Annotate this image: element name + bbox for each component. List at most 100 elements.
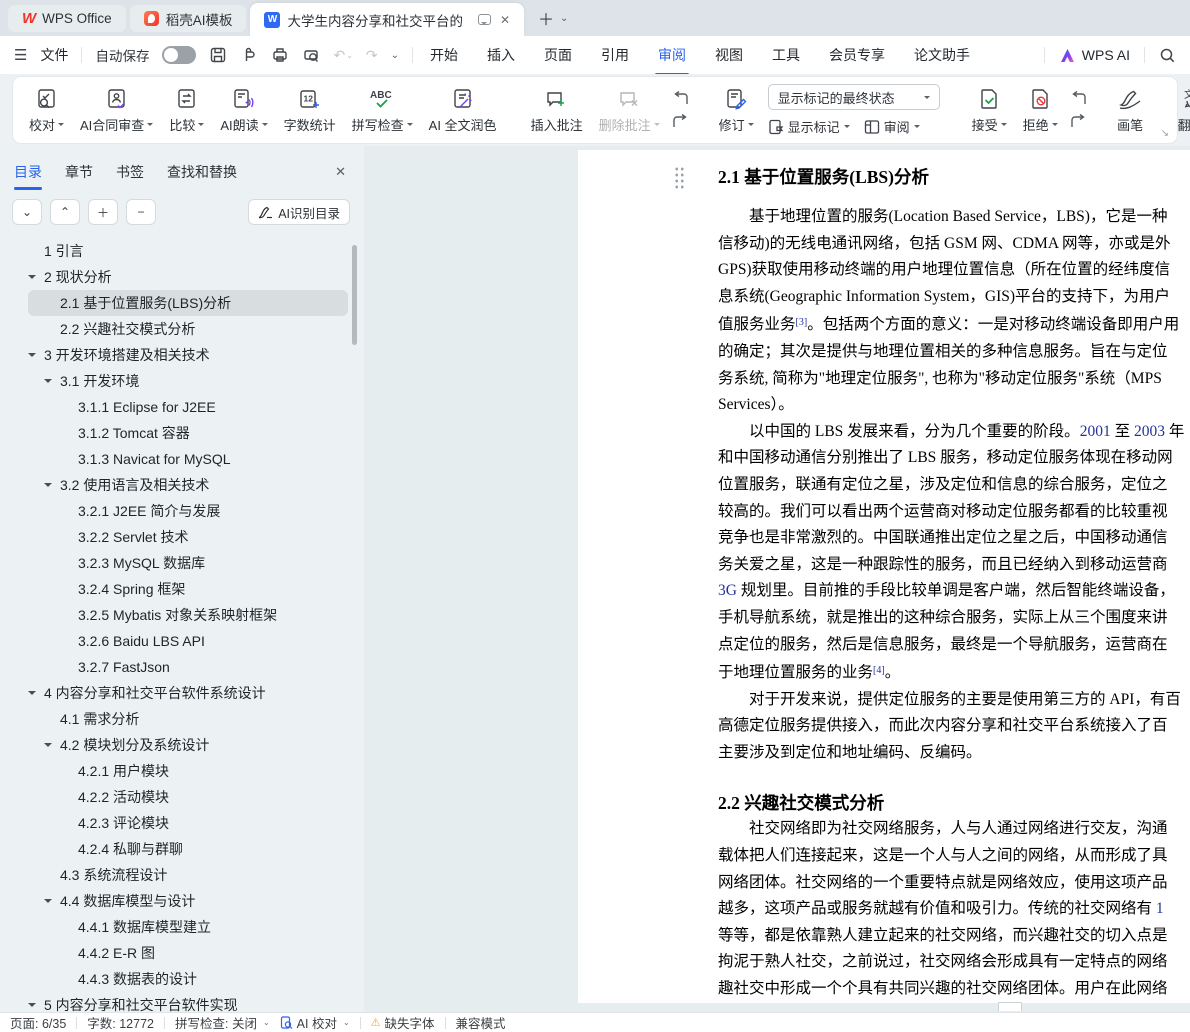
- expand-triangle-icon[interactable]: [28, 999, 44, 1011]
- ai-contract-review-button[interactable]: AI合同审查: [72, 87, 161, 134]
- quickbar-more-icon[interactable]: ⌄: [391, 50, 399, 61]
- toc-item[interactable]: 3 开发环境搭建及相关技术: [28, 342, 348, 368]
- file-menu[interactable]: 文件: [40, 45, 68, 65]
- page-indicator[interactable]: 页面: 6/35: [10, 1013, 66, 1032]
- ribbon-tab[interactable]: 论文助手: [913, 43, 971, 67]
- tab-list-caret-icon[interactable]: ⌄: [560, 13, 568, 24]
- ai-recognize-toc-button[interactable]: AI识别目录: [248, 199, 350, 225]
- tab-wps-office[interactable]: W WPS Office: [8, 5, 126, 32]
- comment-bubble-icon[interactable]: [478, 14, 491, 25]
- toc-item[interactable]: 5 内容分享和社交平台软件实现: [28, 992, 348, 1012]
- ribbon-tab[interactable]: 页面: [543, 43, 573, 67]
- toc-item[interactable]: 4.4.3 数据表的设计: [28, 966, 348, 992]
- accept-change-button[interactable]: 接受: [964, 87, 1015, 134]
- sidebar-tab[interactable]: 书签: [116, 162, 144, 182]
- expand-triangle-icon[interactable]: [44, 375, 60, 387]
- toc-item[interactable]: 3.2.4 Spring 框架: [28, 576, 348, 602]
- toc-item[interactable]: 4.1 需求分析: [28, 706, 348, 732]
- save-button[interactable]: [209, 46, 227, 64]
- close-sidebar-icon[interactable]: ✕: [335, 164, 346, 180]
- toc-item[interactable]: 4.2.2 活动模块: [28, 784, 348, 810]
- sidebar-tab[interactable]: 章节: [65, 162, 93, 182]
- sidebar-tab[interactable]: 查找和替换: [167, 162, 237, 182]
- toc-item[interactable]: 4.4 数据库模型与设计: [28, 888, 348, 914]
- proofread-button[interactable]: 校对: [21, 87, 72, 134]
- ribbon-tab[interactable]: 工具: [771, 43, 801, 67]
- expand-triangle-icon[interactable]: [28, 349, 44, 361]
- previous-comment-button[interactable]: [672, 91, 689, 106]
- toc-item[interactable]: 3.1.2 Tomcat 容器: [28, 420, 348, 446]
- ribbon-tab[interactable]: 引用: [600, 43, 630, 67]
- document-page[interactable]: 2.1 基于位置服务(LBS)分析基于地理位置的服务(Location Base…: [578, 150, 1190, 1003]
- toc-item[interactable]: 3.2.2 Servlet 技术: [28, 524, 348, 550]
- toc-item[interactable]: 2 现状分析: [28, 264, 348, 290]
- ribbon-tab[interactable]: 插入: [486, 43, 516, 67]
- expand-triangle-icon[interactable]: [28, 271, 44, 283]
- markup-state-dropdown[interactable]: 显示标记的最终状态: [768, 84, 940, 110]
- collapse-all-button[interactable]: ⌄: [12, 199, 42, 225]
- toc-item[interactable]: 2.1 基于位置服务(LBS)分析: [28, 290, 348, 316]
- track-changes-button[interactable]: 修订: [711, 87, 762, 134]
- ribbon-tab[interactable]: 开始: [429, 43, 459, 67]
- toc-item[interactable]: 3.2.1 J2EE 简介与发展: [28, 498, 348, 524]
- ai-polish-button[interactable]: AI 全文润色: [421, 87, 505, 134]
- toc-item[interactable]: 3.1 开发环境: [28, 368, 348, 394]
- ribbon-tab[interactable]: 会员专享: [828, 43, 886, 67]
- ai-proofread-status[interactable]: AI 校对 ⌄: [280, 1013, 350, 1032]
- toc-item[interactable]: 3.1.1 Eclipse for J2EE: [28, 394, 348, 420]
- ribbon-expand-icon[interactable]: ↘: [1161, 128, 1169, 139]
- print-preview-button[interactable]: [302, 46, 320, 64]
- next-comment-button[interactable]: [672, 114, 689, 129]
- tab-docer-ai[interactable]: 稻壳AI模板: [130, 5, 247, 32]
- spellcheck-status[interactable]: 拼写检查: 关闭 ⌄: [175, 1013, 270, 1032]
- missing-font-warning[interactable]: ⚠ 缺失字体: [371, 1013, 435, 1032]
- word-count-button[interactable]: 12 字数统计: [276, 87, 344, 134]
- export-pdf-button[interactable]: [240, 46, 258, 64]
- toc-item[interactable]: 4.3 系统流程设计: [28, 862, 348, 888]
- expand-triangle-icon[interactable]: [44, 739, 60, 751]
- paragraph-drag-handle-icon[interactable]: [674, 166, 685, 190]
- spell-check-button[interactable]: ABC 拼写检查: [344, 87, 421, 134]
- toc-item[interactable]: 3.2.7 FastJson: [28, 654, 348, 680]
- translate-button[interactable]: 文 A 翻译: [1170, 87, 1190, 134]
- zoom-out-button[interactable]: −: [126, 199, 156, 225]
- toc-item[interactable]: 3.1.3 Navicat for MySQL: [28, 446, 348, 472]
- redo-button[interactable]: ↷: [366, 47, 378, 64]
- toc-item[interactable]: 3.2.6 Baidu LBS API: [28, 628, 348, 654]
- insert-comment-button[interactable]: 插入批注: [523, 87, 591, 134]
- previous-change-button[interactable]: [1070, 91, 1087, 106]
- zoom-in-button[interactable]: ＋: [88, 199, 118, 225]
- expand-triangle-icon[interactable]: [44, 895, 60, 907]
- autosave-toggle[interactable]: [162, 46, 196, 64]
- toc-item[interactable]: 3.2.5 Mybatis 对象关系映射框架: [28, 602, 348, 628]
- toc-item[interactable]: 4 内容分享和社交平台软件系统设计: [28, 680, 348, 706]
- review-pane-button[interactable]: 审阅: [864, 117, 920, 136]
- tab-document-active[interactable]: W 大学生内容分享和社交平台的 ✕: [250, 3, 524, 36]
- expand-triangle-icon[interactable]: [28, 687, 44, 699]
- toc-item[interactable]: 4.2 模块划分及系统设计: [28, 732, 348, 758]
- hamburger-menu-icon[interactable]: ☰: [14, 46, 27, 64]
- toc-item[interactable]: 3.2 使用语言及相关技术: [28, 472, 348, 498]
- new-tab-button[interactable]: ＋: [538, 6, 554, 30]
- expand-triangle-icon[interactable]: [44, 479, 60, 491]
- next-change-button[interactable]: [1070, 114, 1087, 129]
- toc-item[interactable]: 4.2.3 评论模块: [28, 810, 348, 836]
- wps-ai-button[interactable]: WPS AI: [1059, 47, 1130, 63]
- search-button[interactable]: [1159, 47, 1176, 64]
- compare-button[interactable]: 比较: [161, 87, 212, 134]
- sidebar-scrollbar[interactable]: [352, 245, 357, 345]
- ribbon-tab[interactable]: 视图: [714, 43, 744, 67]
- toc-item[interactable]: 4.2.4 私聊与群聊: [28, 836, 348, 862]
- toc-item[interactable]: 4.4.1 数据库模型建立: [28, 914, 348, 940]
- toc-item[interactable]: 3.2.3 MySQL 数据库: [28, 550, 348, 576]
- ink-pen-button[interactable]: 画笔: [1109, 87, 1152, 134]
- word-count-indicator[interactable]: 字数: 12772: [87, 1013, 154, 1032]
- print-button[interactable]: [271, 46, 289, 64]
- reject-change-button[interactable]: 拒绝: [1015, 87, 1066, 134]
- toc-item[interactable]: 4.4.2 E-R 图: [28, 940, 348, 966]
- expand-all-button[interactable]: ⌃: [50, 199, 80, 225]
- ribbon-tab[interactable]: 审阅: [657, 43, 687, 67]
- toc-item[interactable]: 1 引言: [28, 238, 348, 264]
- close-tab-icon[interactable]: ✕: [500, 13, 510, 27]
- delete-comment-button[interactable]: 删除批注: [591, 87, 668, 134]
